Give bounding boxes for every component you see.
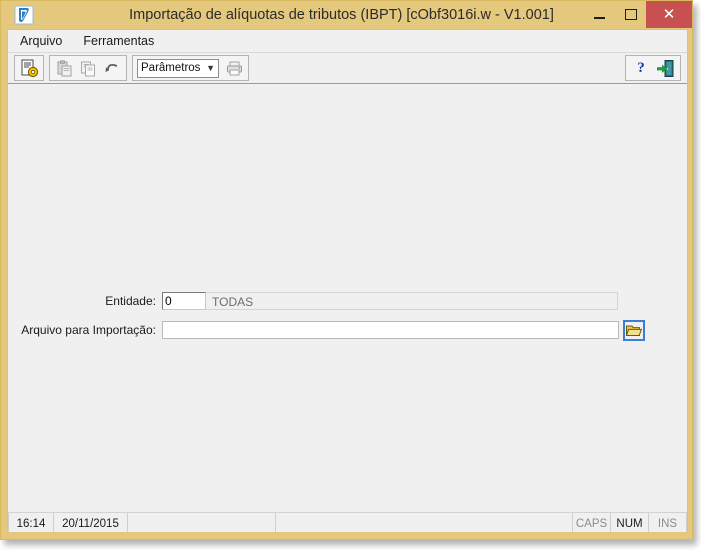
status-bar: 16:14 20/11/2015 CAPS NUM INS [8, 512, 687, 534]
execute-button[interactable] [17, 57, 41, 79]
toolbar-group-right: ? [625, 55, 681, 81]
open-folder-icon [626, 325, 642, 336]
exit-door-icon [656, 59, 673, 77]
close-icon: ✕ [662, 6, 676, 23]
document-gear-icon [21, 59, 38, 77]
toolbar: Parâmetros ▼ ? [8, 52, 687, 84]
field-row-entidade: Entidade: TODAS [8, 291, 618, 311]
status-ins: INS [649, 513, 687, 534]
chevron-down-icon: ▼ [206, 63, 215, 73]
field-row-arquivo: Arquivo para Importação: [8, 319, 645, 341]
window-controls: ✕ [584, 1, 692, 28]
copy-icon [80, 61, 95, 76]
client-area: Arquivo Ferramentas Parâmetros ▼ ? Entid… [7, 29, 688, 534]
exit-button[interactable] [653, 57, 677, 79]
arquivo-input[interactable] [162, 321, 619, 339]
printer-icon [226, 61, 242, 75]
question-mark-icon: ? [637, 59, 645, 76]
menu-bar: Arquivo Ferramentas [8, 30, 687, 52]
status-num: NUM [611, 513, 649, 534]
print-button[interactable] [222, 57, 246, 79]
maximize-button[interactable] [615, 1, 646, 28]
arquivo-label: Arquivo para Importação: [21, 323, 156, 337]
form-area: Entidade: TODAS Arquivo para Importação: [8, 84, 687, 512]
undo-icon [105, 63, 117, 72]
status-caps: CAPS [573, 513, 611, 534]
entidade-description: TODAS [212, 295, 254, 309]
application-window: Importação de alíquotas de tributos (IBP… [0, 0, 693, 540]
paste-icon [57, 59, 71, 76]
parametros-combo-value: Parâmetros [141, 62, 201, 74]
paste-button[interactable] [52, 57, 76, 79]
window-frame-bottom [1, 532, 692, 539]
menu-item-arquivo[interactable]: Arquivo [16, 32, 71, 51]
minimize-button[interactable] [584, 1, 615, 28]
entidade-description-box: TODAS [206, 292, 618, 310]
copy-button[interactable] [76, 57, 100, 79]
title-bar[interactable]: Importação de alíquotas de tributos (IBP… [1, 1, 692, 29]
minimize-icon [594, 16, 605, 19]
toolbar-group-parametros: Parâmetros ▼ [132, 55, 249, 81]
status-date: 20/11/2015 [54, 513, 128, 534]
close-button[interactable]: ✕ [646, 1, 692, 28]
toolbar-group-edit [49, 55, 127, 81]
status-panel-2 [276, 513, 573, 534]
status-panel-1 [128, 513, 276, 534]
maximize-icon [624, 9, 637, 20]
menu-item-ferramentas[interactable]: Ferramentas [79, 32, 163, 51]
undo-button[interactable] [100, 57, 124, 79]
entidade-input[interactable] [162, 292, 206, 310]
entidade-label: Entidade: [105, 294, 156, 308]
toolbar-group-execute [14, 55, 44, 81]
parametros-combo[interactable]: Parâmetros ▼ [137, 58, 219, 78]
browse-folder-button[interactable] [623, 319, 645, 341]
help-button[interactable]: ? [629, 57, 653, 79]
status-time: 16:14 [8, 513, 54, 534]
